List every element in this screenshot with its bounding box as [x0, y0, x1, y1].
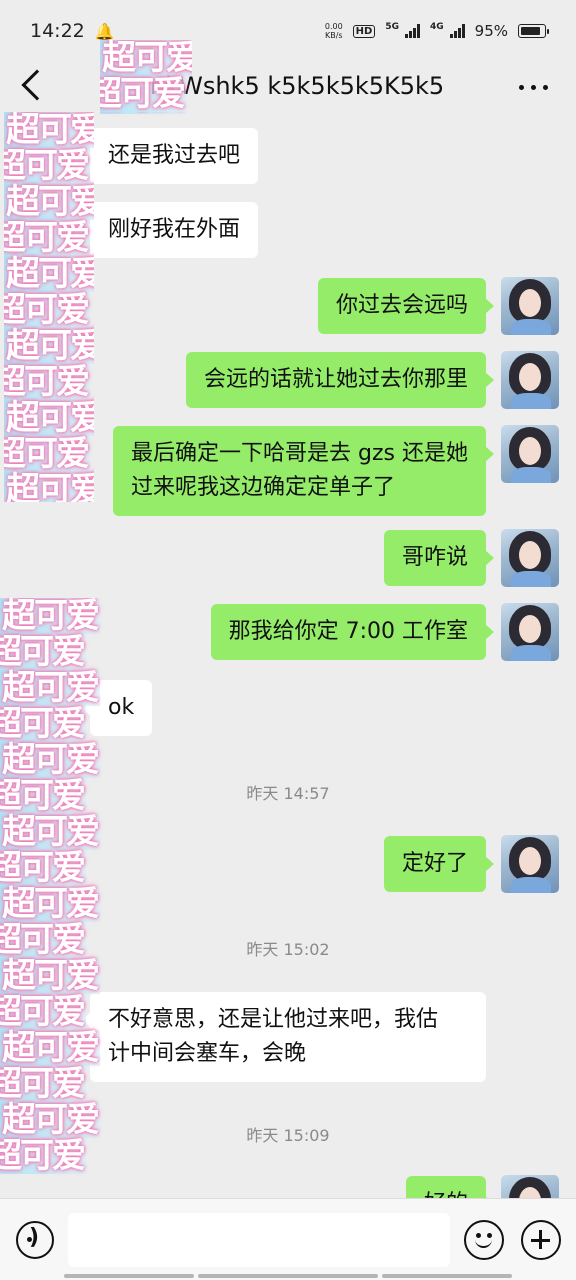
message-outgoing: 你过去会远吗 [317, 278, 495, 334]
network-5g-label: 5G [385, 22, 399, 32]
network-speed-unit: KB/s [324, 31, 343, 40]
status-icons: 0.00 KB/s HD 5G 4G 95% [325, 22, 549, 40]
message-bubble[interactable]: 不好意思，还是让他过来吧，我估 计中间会塞车，会晚 [82, 992, 486, 1082]
message-bubble[interactable]: 好的 [405, 1176, 495, 1198]
avatar[interactable] [501, 529, 559, 587]
more-actions-plus-icon[interactable] [521, 1220, 561, 1260]
message-incoming: 不好意思，还是让他过来吧，我估 计中间会塞车，会晚 [82, 992, 486, 1082]
message-outgoing: 那我给你定 7:00 工作室 [210, 604, 495, 660]
message-outgoing: 哥咋说 [383, 530, 495, 586]
chat-input-bar [0, 1198, 576, 1280]
message-bubble[interactable]: 哥咋说 [383, 530, 495, 586]
voice-input-icon[interactable] [16, 1221, 54, 1259]
chat-header: nkWshk5 k5k5k5k5K5k5 [0, 62, 576, 112]
message-outgoing: 定好了 [383, 836, 495, 892]
avatar[interactable] [501, 835, 559, 893]
message-incoming: 刚好我在外面 [81, 202, 259, 258]
avatar[interactable] [501, 603, 559, 661]
network-speed: 0.00 KB/s [325, 22, 343, 40]
network-4g-label: 4G [430, 22, 444, 32]
battery-percent: 95% [474, 22, 508, 40]
more-options-icon[interactable] [519, 85, 548, 90]
avatar[interactable] [501, 277, 559, 335]
notification-icon: 🔔 [94, 21, 115, 41]
chat-title: nkWshk5 k5k5k5k5K5k5 [150, 72, 445, 100]
avatar[interactable] [501, 351, 559, 409]
message-outgoing: 最后确定一下哈哥是去 gzs 还是她 过来呢我这边确定定单子了 [113, 426, 494, 516]
message-bubble[interactable]: 还是我过去吧 [81, 128, 259, 184]
message-bubble[interactable]: 会远的话就让她过去你那里 [185, 352, 495, 408]
sticker-overlay-header: 超可爱 超可爱 [100, 40, 192, 118]
avatar[interactable] [501, 1175, 559, 1198]
signal-icon-2 [449, 24, 465, 38]
gesture-bar-right [382, 1274, 512, 1278]
sticker-overlay-top: 超可爱 超可爱 超可爱 超可爱 超可爱 超可爱 超可爱 超可爱 超可爱 超可爱 … [4, 112, 94, 502]
message-input[interactable] [68, 1213, 450, 1267]
chat-messages[interactable]: 还是我过去吧 刚好我在外面 你过去会远吗 会远的话就让她过去你那里 最后确定一下… [0, 112, 576, 1198]
message-bubble[interactable]: 那我给你定 7:00 工作室 [210, 604, 495, 660]
sticker-overlay-bottom: 超可爱 超可爱 超可爱 超可爱 超可爱 超可爱 超可爱 超可爱 超可爱 超可爱 … [0, 598, 104, 1188]
avatar[interactable] [501, 425, 559, 483]
message-bubble[interactable]: 刚好我在外面 [81, 202, 259, 258]
message-bubble[interactable]: 你过去会远吗 [317, 278, 495, 334]
network-speed-value: 0.00 [324, 22, 343, 31]
message-incoming: 还是我过去吧 [81, 128, 259, 184]
status-time: 14:22 [30, 20, 85, 42]
gesture-bar-left [64, 1274, 194, 1278]
emoji-icon[interactable] [464, 1220, 504, 1260]
message-outgoing: 好的 [405, 1176, 495, 1198]
back-arrow-icon[interactable] [21, 69, 53, 101]
gesture-bar-middle [198, 1274, 378, 1278]
status-bar: 14:22 🔔 0.00 KB/s HD 5G 4G 95% [0, 0, 576, 62]
message-outgoing: 会远的话就让她过去你那里 [185, 352, 495, 408]
hd-icon: HD [352, 24, 376, 38]
signal-icon [405, 24, 420, 38]
message-bubble[interactable]: 定好了 [383, 836, 495, 892]
message-bubble[interactable]: 最后确定一下哈哥是去 gzs 还是她 过来呢我这边确定定单子了 [113, 426, 494, 516]
battery-icon [518, 24, 549, 38]
